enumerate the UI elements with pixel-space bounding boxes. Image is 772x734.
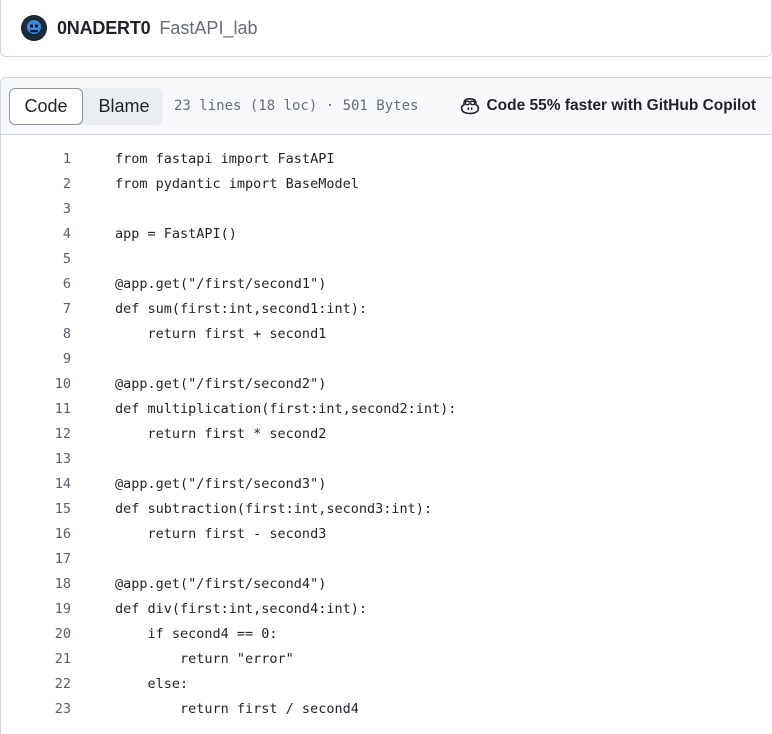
line-content: return first * second2 <box>115 426 327 442</box>
copilot-icon <box>461 97 480 115</box>
line-content: else: <box>115 676 189 692</box>
line-content: return first / second4 <box>115 701 359 717</box>
line-content: def multiplication(first:int,second2:int… <box>115 401 457 417</box>
file-viewer: Code Blame 23 lines (18 loc) · 501 Bytes… <box>0 77 772 734</box>
view-mode-toggle: Code Blame <box>9 87 163 125</box>
code-line: 18 @app.get("/first/second4") <box>1 572 772 597</box>
code-line: 17 <box>1 547 772 572</box>
code-line: 1 from fastapi import FastAPI <box>1 147 772 172</box>
line-number[interactable]: 7 <box>1 297 71 322</box>
code-line: 8 return first + second1 <box>1 322 772 347</box>
line-number[interactable]: 16 <box>1 522 71 547</box>
code-line: 15 def subtraction(first:int,second3:int)… <box>1 497 772 522</box>
line-content: @app.get("/first/second3") <box>115 476 327 492</box>
line-content: def div(first:int,second4:int): <box>115 601 367 617</box>
line-number[interactable]: 4 <box>1 222 71 247</box>
line-content: @app.get("/first/second4") <box>115 576 327 592</box>
code-line: 3 <box>1 197 772 222</box>
line-content: def sum(first:int,second1:int): <box>115 301 367 317</box>
code-line: 10 @app.get("/first/second2") <box>1 372 772 397</box>
line-content: return "error" <box>115 651 294 667</box>
line-number[interactable]: 13 <box>1 447 71 472</box>
line-number[interactable]: 15 <box>1 497 71 522</box>
line-content: from fastapi import FastAPI <box>115 151 335 167</box>
code-line: 20 if second4 == 0: <box>1 622 772 647</box>
line-number[interactable]: 21 <box>1 647 71 672</box>
line-content: @app.get("/first/second1") <box>115 276 327 292</box>
line-number[interactable]: 17 <box>1 547 71 572</box>
code-line: 23 return first / second4 <box>1 697 772 722</box>
code-line: 13 <box>1 447 772 472</box>
code-line: 12 return first * second2 <box>1 422 772 447</box>
line-number[interactable]: 5 <box>1 247 71 272</box>
code-line: 21 return "error" <box>1 647 772 672</box>
line-content: @app.get("/first/second2") <box>115 376 327 392</box>
line-number[interactable]: 23 <box>1 697 71 722</box>
file-info: 23 lines (18 loc) · 501 Bytes <box>174 98 419 114</box>
line-number[interactable]: 12 <box>1 422 71 447</box>
user-avatar-icon[interactable] <box>21 15 47 41</box>
line-number[interactable]: 20 <box>1 622 71 647</box>
code-line: 2 from pydantic import BaseModel <box>1 172 772 197</box>
code-line: 14 @app.get("/first/second3") <box>1 472 772 497</box>
code-line: 16 return first - second3 <box>1 522 772 547</box>
code-line: 19 def div(first:int,second4:int): <box>1 597 772 622</box>
code-line: 4 app = FastAPI() <box>1 222 772 247</box>
line-number[interactable]: 2 <box>1 172 71 197</box>
copilot-promo-text: Code 55% faster with GitHub Copilot <box>486 97 756 114</box>
copilot-promo-link[interactable]: Code 55% faster with GitHub Copilot <box>460 97 756 115</box>
line-number[interactable]: 3 <box>1 197 71 222</box>
line-number[interactable]: 19 <box>1 597 71 622</box>
line-number[interactable]: 14 <box>1 472 71 497</box>
code-line: 7 def sum(first:int,second1:int): <box>1 297 772 322</box>
code-line: 9 <box>1 347 772 372</box>
line-content: def subtraction(first:int,second3:int): <box>115 501 432 517</box>
line-content: from pydantic import BaseModel <box>115 176 359 192</box>
line-content: if second4 == 0: <box>115 626 278 642</box>
line-number[interactable]: 18 <box>1 572 71 597</box>
line-number[interactable]: 9 <box>1 347 71 372</box>
line-number[interactable]: 8 <box>1 322 71 347</box>
repo-header: 0NADERT0 FastAPI_lab <box>0 0 772 57</box>
line-number[interactable]: 10 <box>1 372 71 397</box>
code-line: 11 def multiplication(first:int,second2:i… <box>1 397 772 422</box>
blame-tab[interactable]: Blame <box>83 88 163 125</box>
line-content: app = FastAPI() <box>115 226 237 242</box>
file-header: Code Blame 23 lines (18 loc) · 501 Bytes… <box>1 78 772 135</box>
line-number[interactable]: 1 <box>1 147 71 172</box>
line-content: return first - second3 <box>115 526 327 542</box>
line-number[interactable]: 22 <box>1 672 71 697</box>
code-tab[interactable]: Code <box>9 87 83 125</box>
code-line: 22 else: <box>1 672 772 697</box>
code-line: 5 <box>1 247 772 272</box>
repo-owner-link[interactable]: 0NADERT0 <box>57 18 151 39</box>
line-number[interactable]: 11 <box>1 397 71 422</box>
line-content: return first + second1 <box>115 326 327 342</box>
repo-name-link[interactable]: FastAPI_lab <box>159 18 257 39</box>
line-number[interactable]: 6 <box>1 272 71 297</box>
code-line: 6 @app.get("/first/second1") <box>1 272 772 297</box>
code-view: 1 from fastapi import FastAPI 2 from pydant… <box>1 147 772 722</box>
